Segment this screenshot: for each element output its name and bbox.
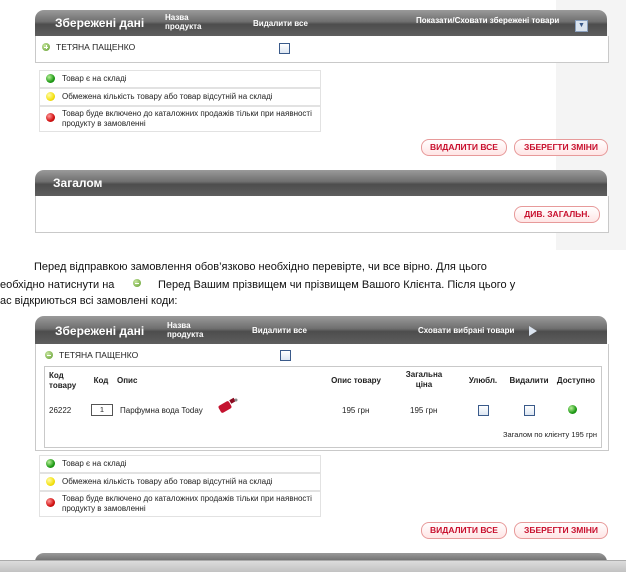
saved-data-header-2: Збережені дані Назва продукта Видалити в…	[35, 316, 607, 344]
total-body: ДИВ. ЗАГАЛЬН.	[35, 196, 609, 233]
instruction-line-2b: Перед Вашим прізвищем чи прізвищем Вашог…	[158, 279, 516, 291]
yellow-dot-icon	[46, 477, 55, 486]
play-icon[interactable]	[529, 326, 537, 336]
delete-all-checkbox[interactable]	[279, 43, 290, 54]
delete-row-checkbox[interactable]	[524, 405, 535, 416]
legend-catalog-only-text-2: Товар буде включено до каталожних продаж…	[62, 494, 312, 513]
quantity-input[interactable]: 1	[91, 404, 113, 416]
customer-name-2[interactable]: ТЕТЯНА ПАЩЕНКО	[59, 350, 138, 360]
saved-data-body: ТЕТЯНА ПАЩЕНКО	[35, 36, 609, 63]
green-dot-icon	[46, 74, 55, 83]
legend-in-stock-text: Товар є на складі	[62, 74, 127, 83]
red-dot-icon	[46, 498, 55, 507]
total-title: Загалом	[53, 176, 103, 190]
instruction-line-3: ас відкриються всі замовлені коди:	[0, 295, 178, 307]
col-available: Доступно	[556, 376, 596, 385]
order-table: Код товару Код Опис Опис товару Загальна…	[44, 366, 602, 448]
legend-limited-2: Обмежена кількість товару або товар відс…	[39, 473, 321, 491]
perfume-icon	[218, 397, 238, 413]
legend-catalog-only-text: Товар буде включено до каталожних продаж…	[62, 109, 312, 128]
legend-limited: Обмежена кількість товару або товар відс…	[39, 88, 321, 106]
instruction-line-1: Перед відправкою замовлення обов’язково …	[34, 261, 487, 273]
col-favorite: Улюбл.	[468, 376, 498, 385]
col-delete: Видалити	[509, 376, 549, 385]
delete-all-checkbox-2[interactable]	[280, 350, 291, 361]
legend-in-stock: Товар є на складі	[39, 70, 321, 88]
col-product-name-2: Назва продукта	[167, 321, 204, 339]
expand-icon[interactable]	[42, 43, 50, 51]
legend-catalog-only: Товар буде включено до каталожних продаж…	[39, 106, 321, 132]
total-header: Загалом	[35, 170, 607, 196]
saved-data-header: Збережені дані Назва продукта Видалити в…	[35, 10, 607, 36]
customer-name[interactable]: ТЕТЯНА ПАЩЕНКО	[56, 42, 135, 52]
col-code: Код	[93, 376, 109, 385]
legend-limited-text: Обмежена кількість товару або товар відс…	[62, 92, 273, 101]
row-price: 195 грн	[342, 406, 370, 415]
saved-data-body-2: ТЕТЯНА ПАЩЕНКО Код товару Код Опис Опис …	[35, 344, 609, 451]
red-dot-icon	[46, 113, 55, 122]
bottom-bar	[0, 560, 626, 572]
legend-in-stock-text-2: Товар є на складі	[62, 459, 127, 468]
legend-limited-text-2: Обмежена кількість товару або товар відс…	[62, 477, 273, 486]
col-delete-all-2: Видалити все	[252, 326, 307, 335]
row-description: Парфумна вода Today	[120, 406, 203, 415]
client-total: Загалом по клієнту 195 грн	[502, 430, 597, 439]
instruction-line-2a: еобхідно натиснути на	[0, 279, 115, 291]
save-changes-button-2[interactable]: ЗБЕРЕГТИ ЗМІНИ	[514, 522, 608, 539]
hide-selected-link[interactable]: Сховати вибрані товари	[418, 326, 514, 335]
col-product-name: Назва продукта	[165, 13, 202, 31]
panel-title: Збережені дані	[55, 16, 145, 30]
legend-catalog-only-2: Товар буде включено до каталожних продаж…	[39, 491, 321, 517]
green-dot-icon	[46, 459, 55, 468]
available-green-dot-icon	[568, 405, 577, 414]
col-delete-all: Видалити все	[253, 19, 308, 28]
yellow-dot-icon	[46, 92, 55, 101]
col-price-desc: Опис товару	[331, 376, 381, 385]
col-total-price: Загальна ціна	[405, 370, 443, 389]
collapse-icon	[133, 279, 141, 287]
delete-all-button[interactable]: ВИДАЛИТИ ВСЕ	[421, 139, 507, 156]
toggle-saved-link[interactable]: Показати/Сховати збережені товари	[416, 16, 566, 25]
collapse-icon[interactable]	[45, 351, 53, 359]
legend-in-stock-2: Товар є на складі	[39, 455, 321, 473]
chevron-down-icon[interactable]: ▼	[575, 20, 588, 32]
favorite-checkbox[interactable]	[478, 405, 489, 416]
panel-title-2: Збережені дані	[55, 324, 145, 338]
row-product-code: 26222	[49, 406, 72, 415]
view-total-button[interactable]: ДИВ. ЗАГАЛЬН.	[514, 206, 600, 223]
delete-all-button-2[interactable]: ВИДАЛИТИ ВСЕ	[421, 522, 507, 539]
col-product-code: Код товару	[49, 371, 77, 390]
save-changes-button[interactable]: ЗБЕРЕГТИ ЗМІНИ	[514, 139, 608, 156]
col-description: Опис	[117, 376, 138, 385]
row-total: 195 грн	[410, 406, 438, 415]
